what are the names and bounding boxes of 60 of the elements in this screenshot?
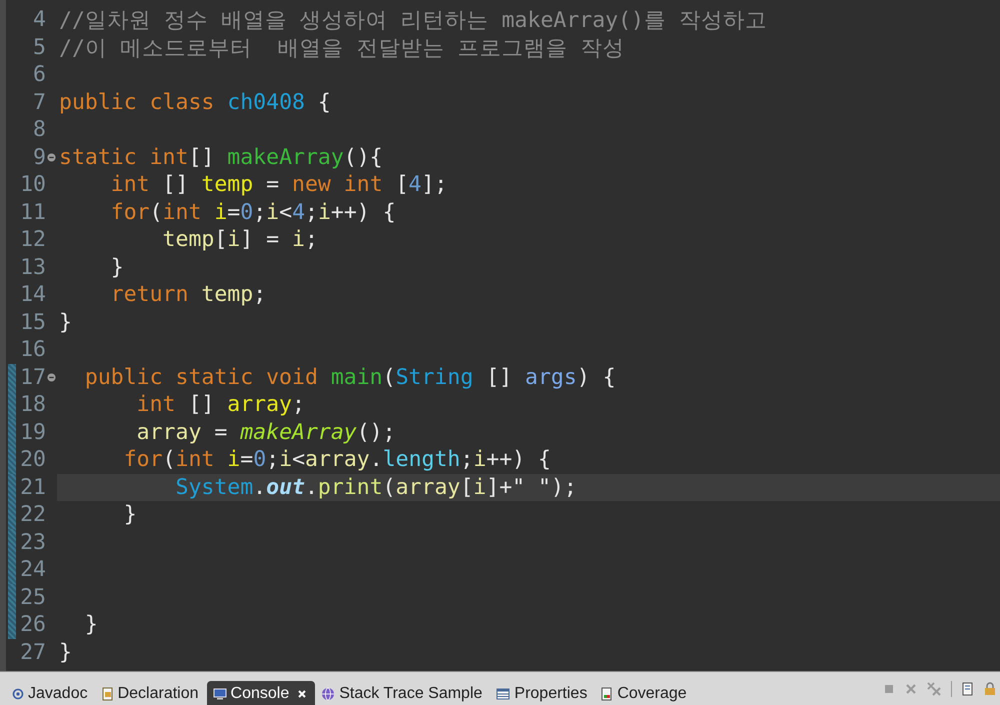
- line-number: 10: [19, 172, 46, 198]
- line-number: 7: [32, 90, 46, 115]
- code-line: return temp;: [110, 282, 266, 308]
- line-number: 11: [19, 200, 46, 225]
- line-number: 19: [19, 420, 46, 445]
- line-number: 16: [19, 337, 46, 362]
- line-number: 17: [19, 364, 46, 390]
- line-number: 21: [19, 474, 46, 500]
- code-line: //일차원 정수 배열을 생성하여 리턴하는 makeArray()를 작성하고: [59, 7, 767, 34]
- view-tab[interactable]: Declaration: [96, 681, 207, 705]
- line-number: 4: [32, 7, 46, 32]
- line-number: 15: [19, 310, 46, 335]
- view-tab[interactable]: Console: [206, 681, 316, 705]
- code-line: for(int i=0;i<4;i++) {: [110, 200, 396, 225]
- monitor-icon: [212, 688, 227, 700]
- code-line: array = makeArray();: [136, 420, 396, 445]
- globe-icon: [321, 687, 336, 701]
- line-number: 24: [19, 557, 46, 582]
- line-number: 27: [19, 640, 46, 665]
- line-number: 23: [19, 530, 46, 555]
- line-number: 13: [19, 254, 46, 280]
- code-line: static int[] makeArray(){: [59, 144, 383, 170]
- code-line: int [] temp = new int [4];: [110, 172, 448, 198]
- line-number: 25: [19, 584, 46, 610]
- line-number: 5: [32, 34, 46, 60]
- code-line: }: [110, 254, 124, 280]
- fold-icon[interactable]: [47, 152, 56, 162]
- code-line: System.out.print(array[i]+" ");: [174, 474, 577, 500]
- code-line: }: [122, 502, 137, 528]
- at-sign-icon: [12, 688, 24, 700]
- code-line: public static void main(String [] args) {: [84, 364, 616, 390]
- line-number: 12: [19, 227, 46, 252]
- document-icon[interactable]: [962, 682, 974, 696]
- line-number: 8: [32, 117, 46, 142]
- code-line: //이 메소드로부터 배열을 전달받는 프로그램을 작성: [59, 34, 625, 62]
- code-line: int [] array;: [136, 392, 305, 418]
- document-icon: [102, 687, 114, 701]
- lock-icon[interactable]: [984, 682, 996, 696]
- code-line: for(int i=0;i<array.length;i++) {: [122, 447, 552, 472]
- code-line: }: [84, 612, 98, 638]
- view-tab[interactable]: Properties: [490, 681, 596, 705]
- line-number: 14: [19, 282, 46, 308]
- view-tab[interactable]: Javadoc: [6, 681, 96, 705]
- table-icon: [496, 688, 510, 700]
- code-line: temp[i] = i;: [162, 227, 318, 252]
- code-editor[interactable]: [0, 0, 1000, 671]
- line-number: 6: [32, 62, 46, 88]
- close-icon[interactable]: [297, 689, 308, 699]
- view-tab[interactable]: Coverage: [595, 681, 695, 705]
- code-line: public class ch0408 {: [59, 90, 331, 115]
- line-number: 26: [19, 612, 46, 638]
- line-number: 18: [19, 392, 46, 418]
- fold-icon[interactable]: [47, 372, 56, 382]
- code-line: }: [59, 640, 72, 665]
- line-number: 20: [19, 447, 46, 472]
- view-tab[interactable]: Stack Trace Sample: [315, 681, 490, 705]
- report-icon: [601, 687, 614, 701]
- code-line: }: [59, 310, 72, 335]
- line-number: 9: [32, 144, 46, 170]
- line-number: 22: [19, 502, 46, 528]
